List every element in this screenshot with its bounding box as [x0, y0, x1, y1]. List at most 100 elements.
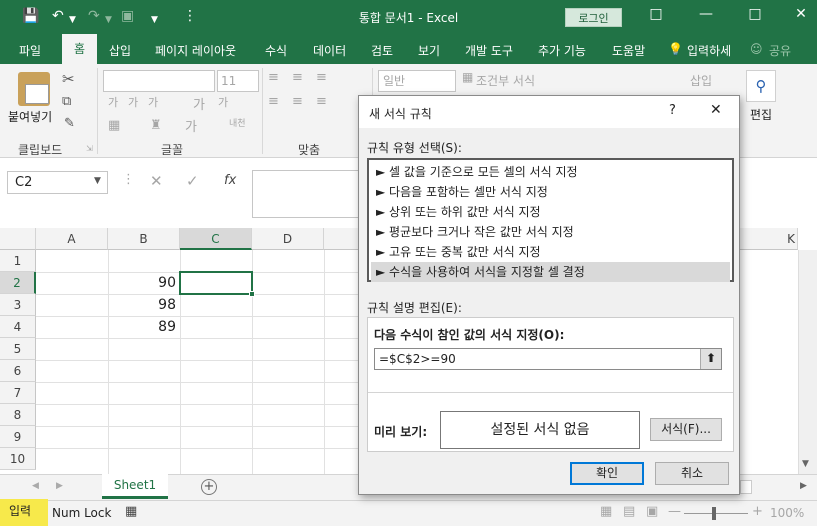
formula-field[interactable]: =$C$2>=90: [374, 348, 722, 370]
page-break-view-icon[interactable]: ▣: [646, 504, 658, 519]
column-header-k[interactable]: K: [740, 228, 798, 250]
format-button[interactable]: 서식(F)...: [650, 418, 722, 441]
group-divider: [262, 68, 263, 154]
format-painter-icon[interactable]: ✎: [64, 116, 75, 131]
dialog-close-icon[interactable]: ✕: [710, 102, 722, 118]
minimize-icon[interactable]: —: [695, 6, 717, 22]
row-header[interactable]: 7: [0, 382, 36, 404]
ok-button[interactable]: 확인: [570, 462, 644, 485]
zoom-in-icon[interactable]: +: [752, 504, 763, 519]
normal-view-icon[interactable]: ▦: [600, 504, 612, 519]
close-window-icon[interactable]: ✕: [790, 6, 812, 22]
user-icon: ☺: [750, 42, 763, 56]
cut-icon[interactable]: ✂: [62, 70, 75, 88]
tab-review[interactable]: 검토: [371, 42, 393, 59]
horizontal-scrollbar-thumb[interactable]: [740, 480, 752, 494]
zoom-level[interactable]: 100%: [770, 506, 804, 520]
column-header-d[interactable]: D: [252, 228, 324, 250]
confirm-entry-icon: ✓: [186, 172, 199, 190]
insert-cells-label: 삽입: [690, 74, 713, 88]
name-box[interactable]: C2: [7, 171, 108, 194]
vertical-scrollbar[interactable]: [798, 250, 817, 474]
share-button[interactable]: 공유: [769, 42, 791, 59]
scroll-right-icon[interactable]: ▶: [800, 481, 807, 491]
ribbon-options-icon[interactable]: □: [645, 6, 667, 22]
rule-description-label: 규칙 설명 편집(E):: [367, 301, 462, 315]
insert-function-icon[interactable]: fx: [224, 173, 236, 188]
formula-input[interactable]: [252, 170, 362, 218]
clipboard-group-label: 클립보드: [18, 143, 63, 157]
column-header-c[interactable]: C: [180, 228, 252, 250]
row-header[interactable]: 5: [0, 338, 36, 360]
cell-b2[interactable]: 90: [106, 275, 176, 291]
cell-b4[interactable]: 89: [106, 319, 176, 335]
add-sheet-icon[interactable]: +: [201, 479, 217, 495]
cancel-entry-icon: ✕: [150, 172, 163, 190]
tab-page-layout[interactable]: 페이지 레이아웃: [155, 42, 236, 59]
active-cell-c2[interactable]: [179, 271, 253, 295]
find-icon[interactable]: ⚲: [746, 70, 776, 102]
row-header[interactable]: 1: [0, 250, 36, 272]
rule-type-item[interactable]: ► 셀 값을 기준으로 모든 셀의 서식 지정: [371, 162, 730, 182]
tell-me-input[interactable]: 입력하세: [687, 42, 731, 59]
select-all-corner[interactable]: [0, 228, 36, 250]
row-header[interactable]: 4: [0, 316, 36, 338]
rule-type-item[interactable]: ► 고유 또는 중복 값만 서식 지정: [371, 242, 730, 262]
tab-formulas[interactable]: 수식: [265, 42, 287, 59]
tab-view[interactable]: 보기: [418, 42, 440, 59]
borders-icon: ▦: [108, 118, 121, 133]
scroll-down-icon[interactable]: ▼: [802, 459, 809, 469]
row-header[interactable]: 3: [0, 294, 36, 316]
tab-addins[interactable]: 추가 기능: [538, 42, 586, 59]
macro-record-icon[interactable]: ▦: [125, 504, 137, 519]
font-color-button: 가: [185, 120, 197, 135]
copy-icon[interactable]: ⧉: [62, 94, 71, 109]
title-bar: 💾 ↶ ▼ ↷ ▼ ▣ ▼ ⋮ 통합 문서1 - Excel 로그인 □ — □…: [0, 0, 817, 34]
gridline: [324, 250, 325, 474]
editing-label[interactable]: 편집: [750, 106, 772, 123]
page-layout-view-icon[interactable]: ▤: [623, 504, 635, 519]
gridline: [36, 426, 360, 427]
rule-type-item[interactable]: ► 평균보다 크거나 작은 값만 서식 지정: [371, 222, 730, 242]
row-header[interactable]: 10: [0, 448, 36, 470]
column-header-a[interactable]: A: [36, 228, 108, 250]
row-header[interactable]: 8: [0, 404, 36, 426]
collapse-dialog-icon[interactable]: ⬆: [700, 349, 721, 369]
row-header[interactable]: 9: [0, 426, 36, 448]
tab-file[interactable]: 파일: [19, 42, 41, 59]
sheet-tab-sheet1[interactable]: Sheet1: [102, 474, 168, 499]
tab-data[interactable]: 데이터: [313, 42, 346, 59]
gridline: [36, 338, 360, 339]
tab-insert[interactable]: 삽입: [109, 42, 131, 59]
next-sheet-icon[interactable]: ▶: [56, 481, 63, 491]
cancel-button[interactable]: 취소: [655, 462, 729, 485]
maximize-icon[interactable]: □: [744, 6, 766, 22]
paste-button-label[interactable]: 붙여넣기: [8, 108, 52, 125]
login-button[interactable]: 로그인: [565, 8, 622, 27]
dialog-title: 새 서식 규칙: [369, 107, 432, 121]
dialog-help-button[interactable]: ?: [669, 103, 676, 118]
rule-type-item[interactable]: ► 다음을 포함하는 셀만 서식 지정: [371, 182, 730, 202]
row-header[interactable]: 6: [0, 360, 36, 382]
zoom-slider-thumb[interactable]: [712, 507, 716, 520]
alignment-group-label: 맞춤: [298, 143, 321, 157]
tab-developer[interactable]: 개발 도구: [465, 42, 513, 59]
column-header-e[interactable]: [324, 228, 360, 250]
prev-sheet-icon[interactable]: ◀: [32, 481, 39, 491]
fill-handle[interactable]: [249, 291, 255, 297]
clipboard-launcher-icon[interactable]: ⇲: [86, 144, 93, 153]
rule-type-item-selected[interactable]: ► 수식을 사용하여 서식을 지정할 셀 결정: [371, 262, 730, 282]
lightbulb-icon: 💡: [668, 42, 683, 56]
paste-page-icon: [25, 84, 49, 104]
zoom-slider[interactable]: [684, 513, 748, 514]
name-box-dropdown-icon[interactable]: ▼: [94, 176, 101, 186]
align-center-icon: ≡: [292, 94, 303, 109]
row-header[interactable]: 2: [0, 272, 36, 294]
column-header-b[interactable]: B: [108, 228, 180, 250]
gridline: [36, 382, 360, 383]
rule-type-item[interactable]: ► 상위 또는 하위 값만 서식 지정: [371, 202, 730, 222]
zoom-out-icon[interactable]: —: [668, 504, 681, 519]
tab-home[interactable]: 홈: [62, 34, 97, 64]
tab-help[interactable]: 도움말: [612, 42, 645, 59]
cell-b3[interactable]: 98: [106, 297, 176, 313]
